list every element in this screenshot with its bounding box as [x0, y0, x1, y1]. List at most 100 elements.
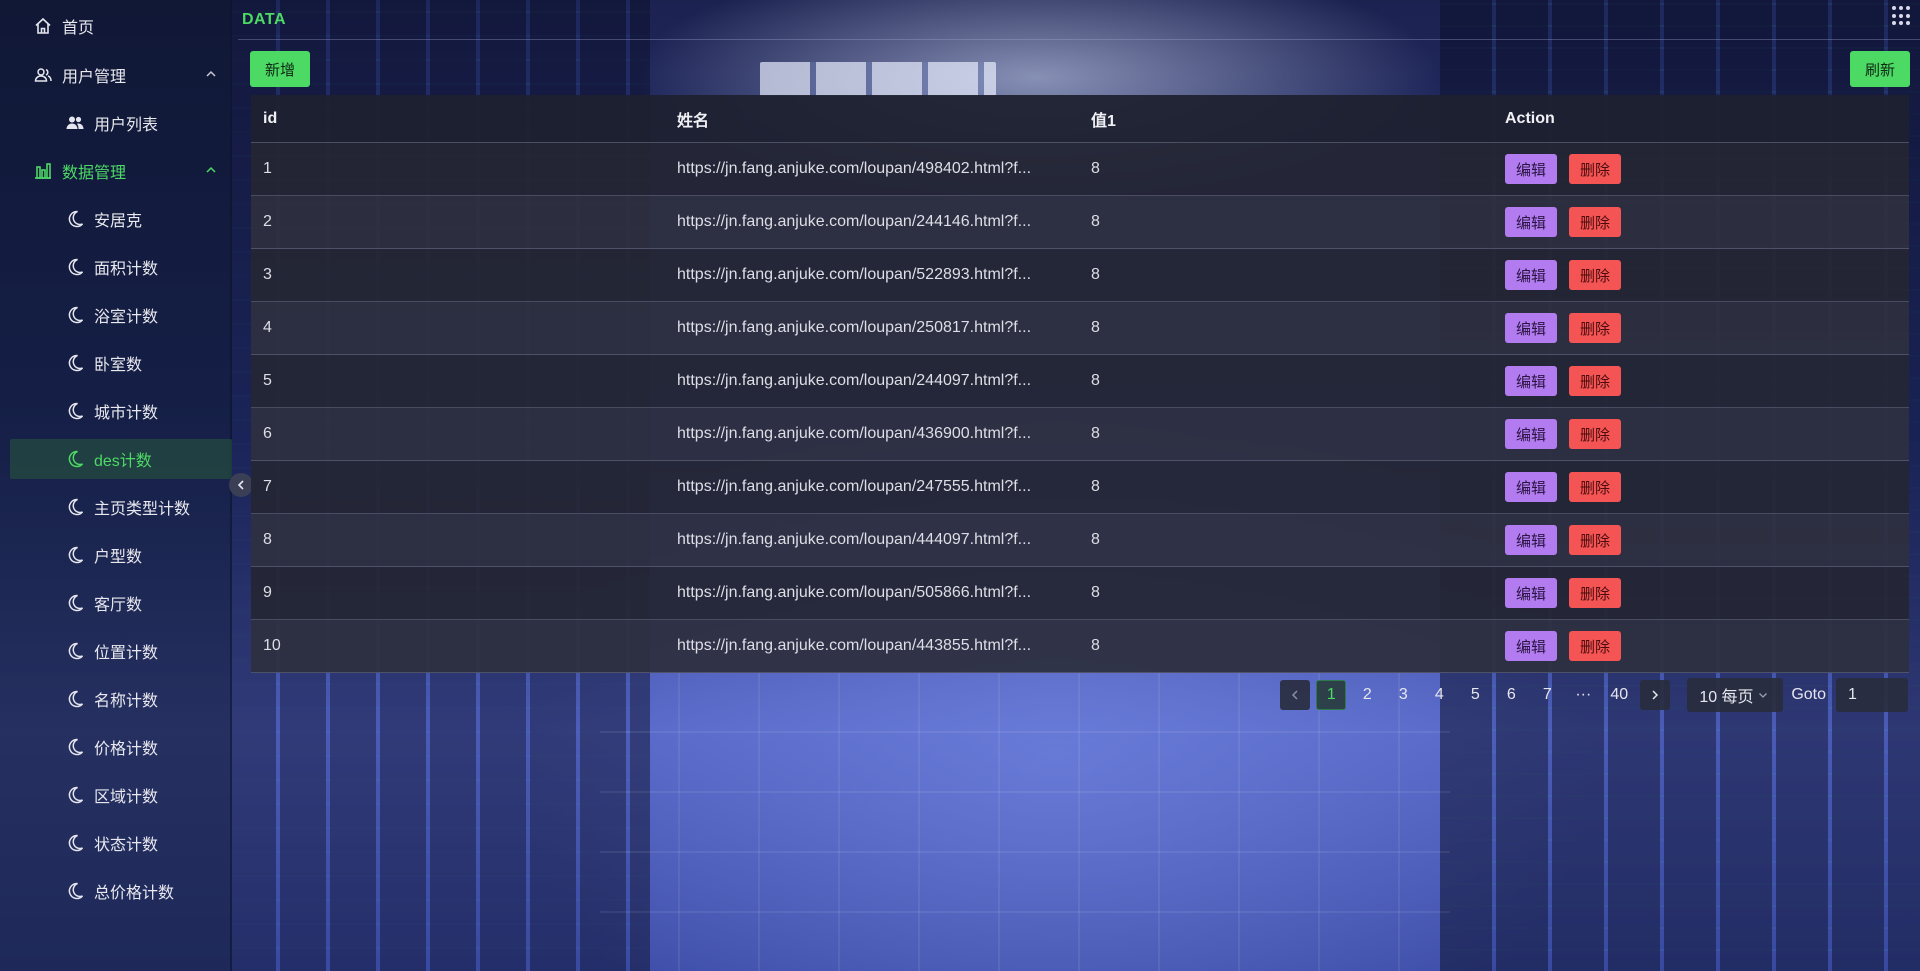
page-size-select[interactable]: 10 每页 — [1687, 678, 1784, 712]
chevron-down-icon — [1758, 693, 1767, 698]
page-size-value: 10 每页 — [1699, 689, 1754, 706]
page-button-current[interactable]: 1 — [1316, 680, 1347, 710]
chevron-left-icon — [1292, 690, 1298, 700]
moon-icon — [64, 832, 86, 854]
sidebar-item-anjuke[interactable]: 安居克 — [0, 199, 232, 239]
moon-icon — [64, 592, 86, 614]
goto-page-input[interactable] — [1836, 678, 1908, 712]
users-outline-icon — [32, 64, 54, 86]
sidebar-item-layout-count[interactable]: 户型数 — [0, 535, 232, 575]
table-body: 1 https://jn.fang.anjuke.com/loupan/4984… — [251, 143, 1909, 673]
cell-id: 1 — [263, 160, 272, 177]
moon-icon — [64, 208, 86, 230]
chevron-left-icon — [237, 480, 244, 490]
sidebar-item-homepage-type-count[interactable]: 主页类型计数 — [0, 487, 232, 527]
sidebar-item-status-count[interactable]: 状态计数 — [0, 823, 232, 863]
table-row: 2 https://jn.fang.anjuke.com/loupan/2441… — [251, 196, 1909, 249]
cell-value1: 8 — [1091, 425, 1100, 442]
sidebar-item-label: 卧室数 — [94, 357, 143, 374]
sidebar-item-label: 主页类型计数 — [94, 501, 191, 518]
sidebar-item-name-count[interactable]: 名称计数 — [0, 679, 232, 719]
delete-button[interactable]: 删除 — [1569, 313, 1621, 343]
sidebar-item-label: 面积计数 — [94, 261, 159, 278]
sidebar-item-location-count[interactable]: 位置计数 — [0, 631, 232, 671]
moon-icon — [64, 256, 86, 278]
moon-icon — [64, 880, 86, 902]
edit-button[interactable]: 编辑 — [1505, 472, 1557, 502]
sidebar-item-label: des计数 — [94, 453, 152, 470]
page-button[interactable]: 7 — [1532, 680, 1562, 710]
page-button[interactable]: 5 — [1460, 680, 1490, 710]
column-header-id: id — [263, 109, 278, 127]
sidebar-item-bathroom-count[interactable]: 浴室计数 — [0, 295, 232, 335]
delete-button[interactable]: 删除 — [1569, 631, 1621, 661]
page-button[interactable]: 4 — [1424, 680, 1454, 710]
moon-icon — [64, 784, 86, 806]
delete-button[interactable]: 删除 — [1569, 154, 1621, 184]
next-page-button[interactable] — [1640, 680, 1671, 710]
edit-button[interactable]: 编辑 — [1505, 366, 1557, 396]
delete-button[interactable]: 删除 — [1569, 419, 1621, 449]
cell-actions: 编辑 删除 — [1493, 525, 1909, 555]
delete-button[interactable]: 删除 — [1569, 207, 1621, 237]
sidebar-item-user-list[interactable]: 用户列表 — [0, 103, 232, 143]
moon-icon — [64, 352, 86, 374]
data-table: id 姓名 值1 Action 1 https://jn.fang.anjuke… — [251, 95, 1909, 673]
sidebar-group-user-management[interactable]: 用户管理 — [0, 55, 232, 95]
sidebar-item-des-count[interactable]: des计数 — [10, 439, 232, 479]
page-button[interactable]: 2 — [1352, 680, 1382, 710]
background-ceiling-light — [760, 62, 996, 96]
page-button[interactable]: 6 — [1496, 680, 1526, 710]
delete-button[interactable]: 删除 — [1569, 260, 1621, 290]
sidebar-item-label: 户型数 — [94, 549, 143, 566]
sidebar-item-label: 价格计数 — [94, 741, 159, 758]
cell-actions: 编辑 删除 — [1493, 207, 1909, 237]
cell-value1: 8 — [1091, 531, 1100, 548]
sidebar-item-total-price-count[interactable]: 总价格计数 — [0, 871, 232, 911]
sidebar-item-region-count[interactable]: 区域计数 — [0, 775, 232, 815]
page-button[interactable]: 3 — [1388, 680, 1418, 710]
cell-id: 10 — [263, 637, 281, 654]
cell-actions: 编辑 删除 — [1493, 366, 1909, 396]
sidebar-item-city-count[interactable]: 城市计数 — [0, 391, 232, 431]
cell-name: https://jn.fang.anjuke.com/loupan/443855… — [677, 637, 1032, 654]
prev-page-button[interactable] — [1280, 680, 1311, 710]
refresh-button[interactable]: 刷新 — [1850, 51, 1910, 87]
cell-name: https://jn.fang.anjuke.com/loupan/244146… — [677, 213, 1032, 230]
delete-button[interactable]: 删除 — [1569, 472, 1621, 502]
edit-button[interactable]: 编辑 — [1505, 313, 1557, 343]
sidebar-group-data-management[interactable]: 数据管理 — [0, 151, 232, 191]
table-row: 1 https://jn.fang.anjuke.com/loupan/4984… — [251, 143, 1909, 196]
sidebar-item-label: 名称计数 — [94, 693, 159, 710]
add-button[interactable]: 新增 — [250, 51, 310, 87]
sidebar-item-label: 首页 — [62, 20, 95, 37]
sidebar-item-area-count[interactable]: 面积计数 — [0, 247, 232, 287]
delete-button[interactable]: 删除 — [1569, 578, 1621, 608]
edit-button[interactable]: 编辑 — [1505, 154, 1557, 184]
edit-button[interactable]: 编辑 — [1505, 525, 1557, 555]
sidebar-item-living-room-count[interactable]: 客厅数 — [0, 583, 232, 623]
sidebar-item-bedroom-count[interactable]: 卧室数 — [0, 343, 232, 383]
delete-button[interactable]: 删除 — [1569, 366, 1621, 396]
edit-button[interactable]: 编辑 — [1505, 207, 1557, 237]
column-header-name: 姓名 — [677, 112, 710, 130]
apps-grid-icon[interactable] — [1892, 6, 1912, 26]
sidebar-item-label: 用户管理 — [62, 69, 127, 86]
cell-value1: 8 — [1091, 478, 1100, 495]
edit-button[interactable]: 编辑 — [1505, 419, 1557, 449]
page-ellipsis[interactable]: ··· — [1568, 680, 1598, 710]
cell-id: 3 — [263, 266, 272, 283]
edit-button[interactable]: 编辑 — [1505, 578, 1557, 608]
edit-button[interactable]: 编辑 — [1505, 260, 1557, 290]
table-row: 10 https://jn.fang.anjuke.com/loupan/443… — [251, 620, 1909, 673]
delete-button[interactable]: 删除 — [1569, 525, 1621, 555]
sidebar-collapse-button[interactable] — [229, 473, 253, 497]
sidebar-item-home[interactable]: 首页 — [0, 6, 232, 46]
sidebar-item-label: 用户列表 — [94, 117, 159, 134]
sidebar-item-label: 区域计数 — [94, 789, 159, 806]
sidebar-item-price-count[interactable]: 价格计数 — [0, 727, 232, 767]
edit-button[interactable]: 编辑 — [1505, 631, 1557, 661]
page-button[interactable]: 40 — [1604, 680, 1634, 710]
chevron-right-icon — [1652, 690, 1659, 700]
cell-name: https://jn.fang.anjuke.com/loupan/247555… — [677, 478, 1032, 495]
